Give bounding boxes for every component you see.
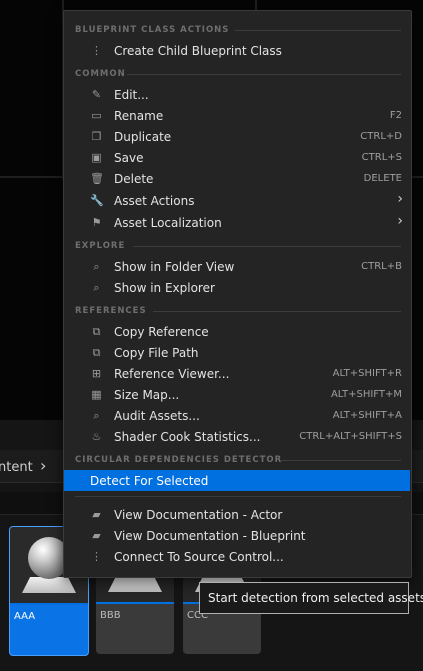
breadcrumb[interactable]: ntent <box>0 460 33 475</box>
book-icon: ▰ <box>92 508 101 521</box>
book-icon: ▰ <box>92 529 101 542</box>
folder-search-icon: ⌕ <box>93 260 100 273</box>
section-header: BLUEPRINT CLASS ACTIONS <box>75 23 401 37</box>
copy-icon: ⧉ <box>92 325 101 338</box>
menu-item-copy-file-path[interactable]: ⧉ Copy File Path <box>64 342 411 363</box>
wrench-icon: 🔧 <box>90 194 104 207</box>
section-header: EXPLORE <box>75 239 401 253</box>
section-header: CIRCULAR DEPENDENCIES DETECTOR <box>75 453 401 467</box>
source-control-icon: ⋮ <box>91 550 102 563</box>
audit-icon: ⌕ <box>93 409 100 422</box>
asset-label: AAA <box>14 611 36 622</box>
rename-icon: ▭ <box>91 109 102 122</box>
copy-icon: ⧉ <box>92 346 101 359</box>
menu-item-create-child-blueprint[interactable]: ⋮ Create Child Blueprint Class <box>64 40 411 61</box>
menu-item-detect-for-selected[interactable]: Detect For Selected <box>64 470 410 491</box>
menu-item-view-documentation-blueprint[interactable]: ▰ View Documentation - Blueprint <box>64 525 411 546</box>
menu-item-view-documentation-actor[interactable]: ▰ View Documentation - Actor <box>64 504 411 525</box>
tooltip-text: Start detection from selected assets <box>208 591 423 605</box>
folder-search-icon: ⌕ <box>93 281 100 294</box>
flag-icon: ⚑ <box>91 216 102 229</box>
menu-item-asset-actions[interactable]: 🔧 Asset Actions › <box>64 190 411 211</box>
menu-item-reference-viewer[interactable]: ⊞ Reference Viewer... ALT+SHIFT+R <box>64 363 411 384</box>
asset-label: BBB <box>100 610 121 621</box>
size-map-icon: ▦ <box>91 388 102 401</box>
menu-item-rename[interactable]: ▭ Rename F2 <box>64 105 411 126</box>
menu-divider <box>75 496 401 497</box>
tooltip: Start detection from selected assets <box>199 582 423 614</box>
menu-item-asset-localization[interactable]: ⚑ Asset Localization › <box>64 212 411 233</box>
shader-icon: ♨ <box>91 430 102 443</box>
menu-item-audit-assets[interactable]: ⌕ Audit Assets... ALT+SHIFT+A <box>64 405 411 426</box>
menu-item-edit[interactable]: ✎ Edit... <box>64 84 411 105</box>
menu-item-connect-to-source-control[interactable]: ⋮ Connect To Source Control... <box>64 546 411 567</box>
menu-item-save[interactable]: ▣ Save CTRL+S <box>64 147 411 168</box>
pedestal-icon <box>22 577 76 593</box>
chevron-right-icon: › <box>397 213 403 229</box>
context-menu: BLUEPRINT CLASS ACTIONS ⋮ Create Child B… <box>63 10 412 578</box>
chevron-right-icon[interactable]: › <box>40 456 46 475</box>
hierarchy-icon: ⋮ <box>91 44 102 57</box>
reference-viewer-icon: ⊞ <box>91 367 102 380</box>
menu-item-show-in-folder-view[interactable]: ⌕ Show in Folder View CTRL+B <box>64 256 411 277</box>
duplicate-icon: ❐ <box>91 130 102 143</box>
menu-item-delete[interactable]: 🗑 Delete DELETE <box>64 168 411 189</box>
menu-item-duplicate[interactable]: ❐ Duplicate CTRL+D <box>64 126 411 147</box>
pedestal-icon <box>108 576 162 592</box>
trash-icon: 🗑 <box>90 172 104 185</box>
save-icon: ▣ <box>91 151 102 164</box>
section-header: COMMON <box>75 67 401 81</box>
menu-item-copy-reference[interactable]: ⧉ Copy Reference <box>64 321 411 342</box>
section-header: REFERENCES <box>75 304 401 318</box>
chevron-right-icon: › <box>397 191 403 207</box>
menu-item-size-map[interactable]: ▦ Size Map... ALT+SHIFT+M <box>64 384 411 405</box>
menu-item-shader-cook-statistics[interactable]: ♨ Shader Cook Statistics... CTRL+ALT+SHI… <box>64 426 411 447</box>
pencil-icon: ✎ <box>91 88 102 101</box>
menu-item-show-in-explorer[interactable]: ⌕ Show in Explorer <box>64 277 411 298</box>
